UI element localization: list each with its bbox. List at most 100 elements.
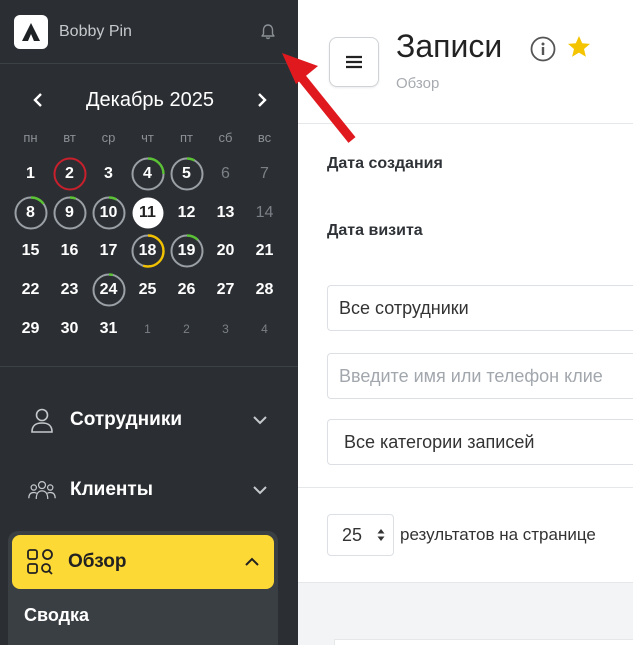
calendar-day[interactable]: 3: [206, 309, 245, 348]
calendar-day-number: 4: [143, 165, 152, 183]
calendar-day[interactable]: 3: [89, 155, 128, 194]
sidebar-item-clients[interactable]: Клиенты: [16, 455, 282, 525]
overview-menu-group: Обзор Сводка: [8, 530, 278, 645]
calendar-day[interactable]: 30: [50, 309, 89, 348]
weekday-label: сб: [218, 130, 233, 145]
chevron-down-icon: [250, 480, 270, 500]
calendar-day-number: 3: [222, 321, 229, 336]
calendar-day[interactable]: 19: [167, 232, 206, 271]
calendar-day[interactable]: 20: [206, 232, 245, 271]
chevron-left-icon: [33, 93, 42, 107]
info-icon[interactable]: [530, 36, 556, 62]
calendar-day[interactable]: 13: [206, 194, 245, 233]
created-date-label: Дата создания: [327, 155, 443, 172]
calendar-day[interactable]: 17: [89, 232, 128, 271]
calendar-day[interactable]: 28: [245, 271, 284, 310]
calendar-day[interactable]: 15: [11, 232, 50, 271]
calendar-day-number: 25: [138, 281, 157, 299]
prev-month-button[interactable]: [28, 90, 48, 110]
main-content: Записи Обзор Дата создания Дата визита В…: [298, 0, 633, 645]
calendar-day[interactable]: 5: [167, 155, 206, 194]
calendar-day-number: 22: [21, 281, 40, 299]
calendar-day[interactable]: 25: [128, 271, 167, 310]
calendar-day-number: 20: [216, 242, 235, 260]
people-group-icon: [28, 476, 56, 504]
calendar-day[interactable]: 2: [167, 309, 206, 348]
sidebar-item-label: Обзор: [68, 550, 127, 572]
employees-select[interactable]: Все сотрудники: [327, 285, 633, 331]
per-page-label: результатов на странице: [400, 525, 596, 544]
calendar-day[interactable]: 1: [128, 309, 167, 348]
calendar-day[interactable]: 4: [245, 309, 284, 348]
calendar-day[interactable]: 10: [89, 194, 128, 233]
calendar-day-number: 15: [21, 242, 40, 260]
calendar-day[interactable]: 2: [50, 155, 89, 194]
calendar-day-number: 26: [177, 281, 196, 299]
logo-mark-icon: [22, 22, 40, 41]
calendar-day[interactable]: 27: [206, 271, 245, 310]
calendar-day[interactable]: 7: [245, 155, 284, 194]
calendar-day[interactable]: 6: [206, 155, 245, 194]
favorite-star-icon[interactable]: [566, 34, 592, 60]
sidebar: Bobby Pin Декабрь 2025 пн вт ср чт пт сб…: [0, 0, 298, 645]
bell-icon[interactable]: [258, 22, 278, 42]
sidebar-item-label: Клиенты: [70, 478, 153, 500]
sidebar-item-label: Сотрудники: [70, 408, 183, 430]
calendar-day[interactable]: 24: [89, 271, 128, 310]
calendar-day[interactable]: 21: [245, 232, 284, 271]
calendar-day-number: 5: [182, 165, 191, 183]
brand-name: Bobby Pin: [59, 22, 132, 40]
sidebar-subitem-summary[interactable]: Сводка: [12, 589, 274, 645]
calendar-day-number: 19: [177, 242, 196, 260]
weekday-label: ср: [101, 130, 116, 145]
calendar-day[interactable]: 23: [50, 271, 89, 310]
sort-updown-icon: [377, 529, 385, 541]
breadcrumb-subtitle: Обзор: [396, 75, 440, 92]
hamburger-icon: [346, 55, 362, 69]
chevron-down-icon: [250, 410, 270, 430]
calendar-day[interactable]: 14: [245, 194, 284, 233]
results-area: [298, 583, 633, 645]
calendar-day[interactable]: 31: [89, 309, 128, 348]
calendar-day-number: 10: [99, 203, 118, 221]
next-month-button[interactable]: [252, 90, 272, 110]
calendar-day[interactable]: 9: [50, 194, 89, 233]
page-header: Записи Обзор: [298, 0, 633, 124]
calendar-day-number: 3: [104, 165, 113, 183]
calendar-day[interactable]: 8: [11, 194, 50, 233]
hamburger-menu-button[interactable]: [329, 37, 379, 87]
calendar-day[interactable]: 22: [11, 271, 50, 310]
calendar-month-title: Декабрь 2025: [85, 88, 215, 111]
calendar-day-number: 18: [138, 242, 157, 260]
page-title: Записи: [396, 28, 503, 64]
calendar-day-number: 4: [261, 321, 268, 336]
sidebar-menu: Сотрудники Клиенты Обзор Сводка: [0, 367, 298, 645]
categories-select[interactable]: Все категории записей: [327, 419, 633, 465]
calendar-day-number: 11: [139, 203, 156, 221]
calendar-day[interactable]: 4: [128, 155, 167, 194]
weekday-label: пт: [180, 130, 193, 145]
chevron-right-icon: [258, 93, 267, 107]
grid-search-icon: [26, 548, 54, 576]
calendar-day[interactable]: 26: [167, 271, 206, 310]
client-search-input[interactable]: Введите имя или телефон клие: [327, 353, 633, 399]
per-page-select[interactable]: 25: [327, 514, 394, 556]
chevron-up-icon: [242, 552, 262, 572]
app-logo[interactable]: [14, 14, 48, 49]
calendar-day[interactable]: 1: [11, 155, 50, 194]
calendar-day[interactable]: 12: [167, 194, 206, 233]
mini-calendar: Декабрь 2025 пн вт ср чт пт сб вс 123456…: [0, 64, 298, 348]
calendar-day-number: 28: [255, 281, 274, 299]
sidebar-item-employees[interactable]: Сотрудники: [16, 385, 282, 455]
calendar-day-number: 2: [65, 165, 74, 183]
calendar-day[interactable]: 29: [11, 309, 50, 348]
calendar-day-number: 9: [65, 203, 74, 221]
calendar-day[interactable]: 18: [128, 232, 167, 271]
filters-panel: Дата создания Дата визита Все сотрудники…: [298, 124, 633, 488]
person-icon: [28, 406, 56, 434]
calendar-day[interactable]: 16: [50, 232, 89, 271]
calendar-days: 1 2 3 4 5 6 7 8 9 10 11 12 13 14 15 16 17 18 19 20 21 22 23 24 2…: [11, 155, 290, 348]
per-page-value: 25: [342, 524, 363, 545]
calendar-day[interactable]: 11: [128, 194, 167, 233]
sidebar-item-overview[interactable]: Обзор: [12, 534, 274, 589]
